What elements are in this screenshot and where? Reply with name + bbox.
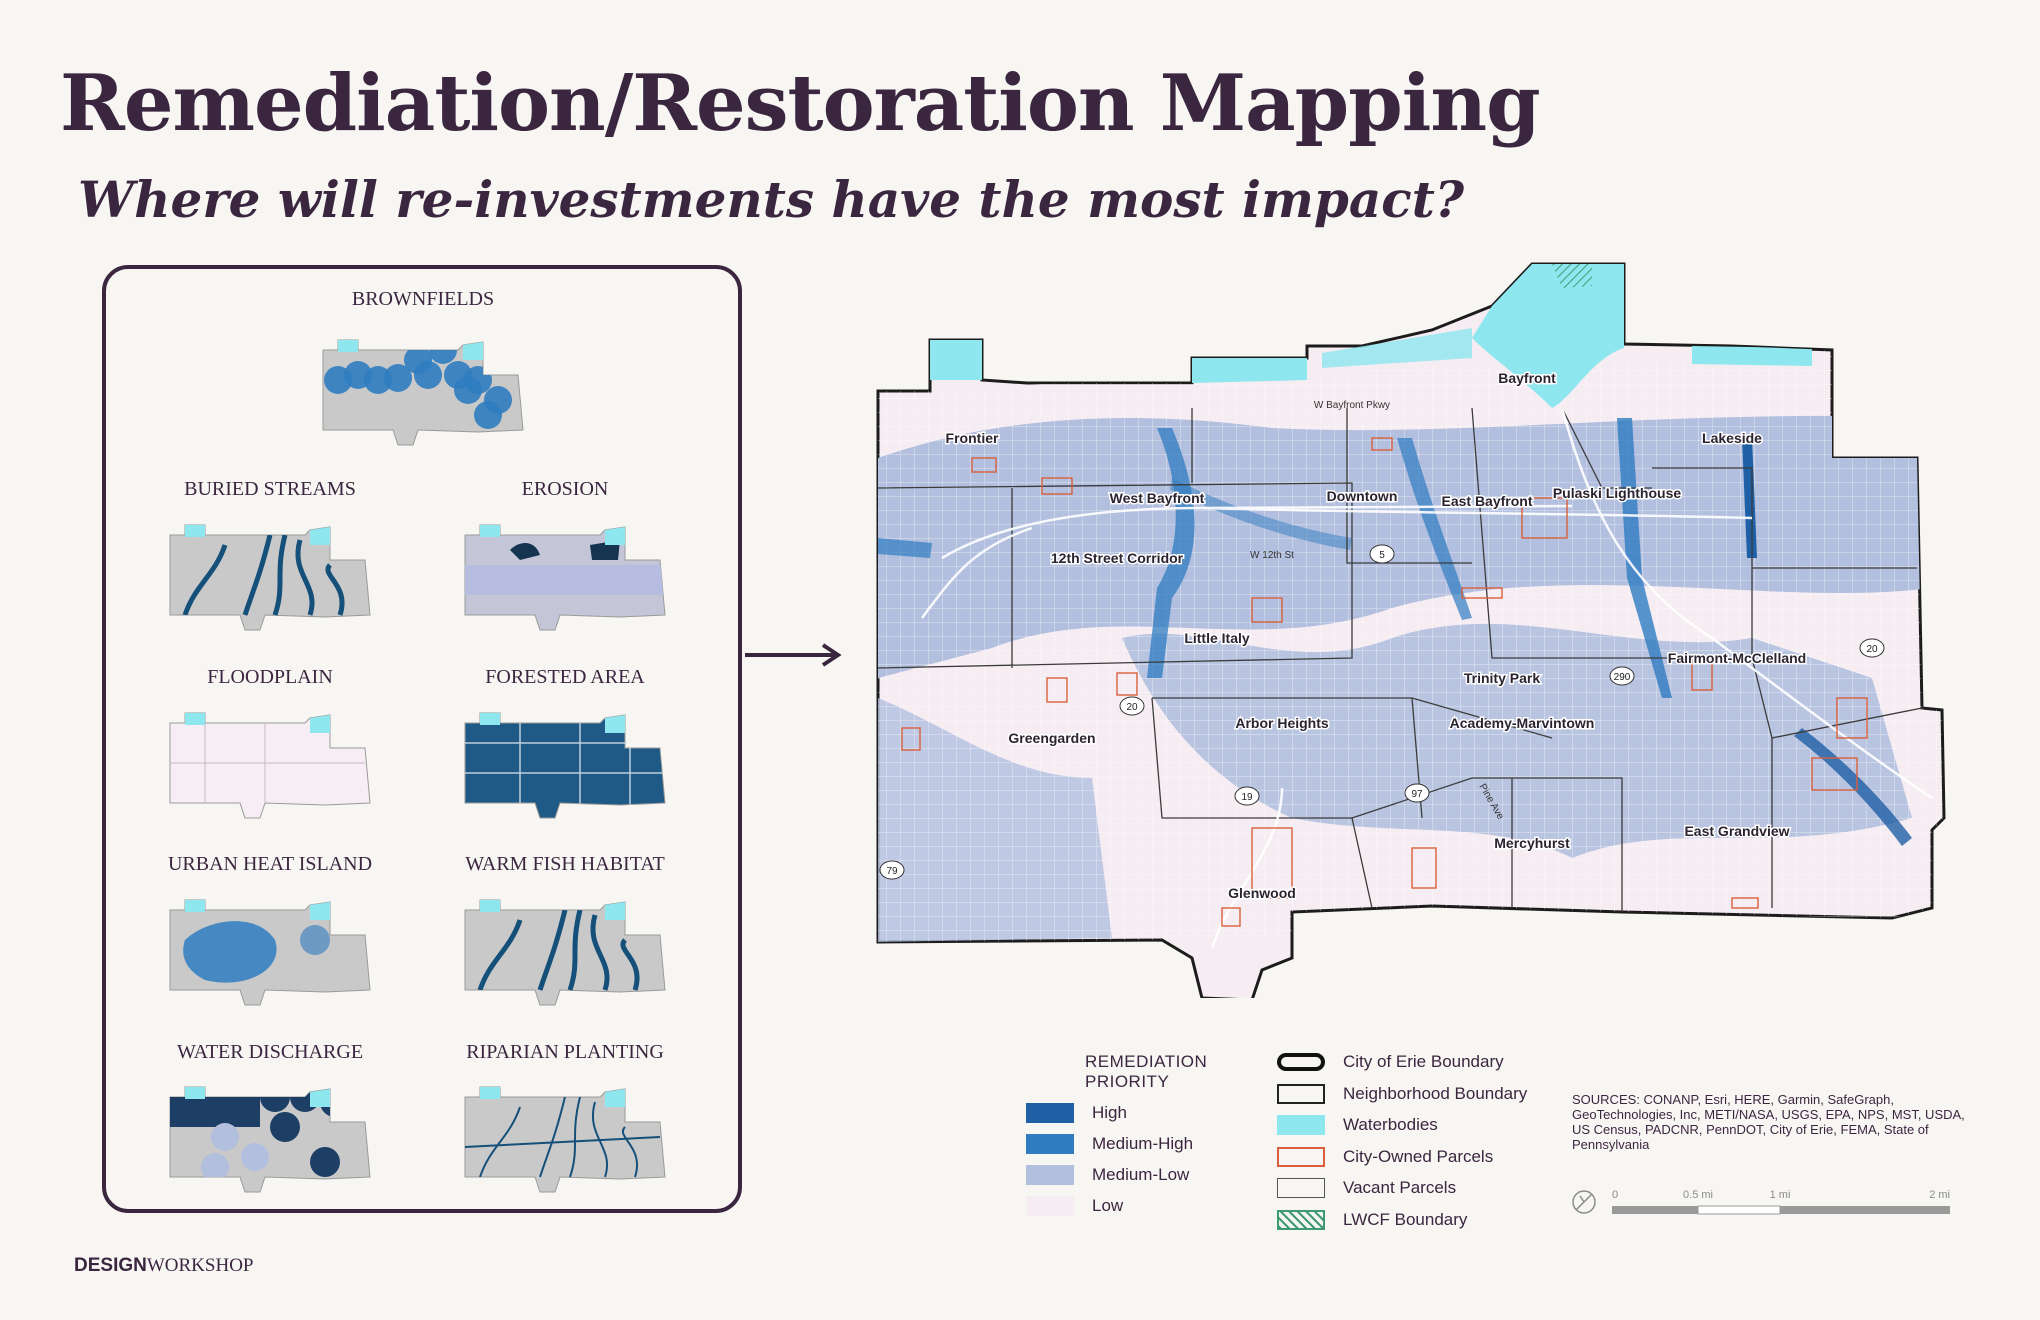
legend-swatch [1277, 1146, 1325, 1167]
layer-map-6[interactable] [460, 880, 675, 1010]
neighborhood-label-11: Greengarden [1008, 730, 1095, 746]
scale-tick-0: 0 [1612, 1189, 1618, 1201]
legend-priority-3: Low [1026, 1196, 1123, 1216]
route-shield-6: 79 [879, 860, 905, 880]
scale-bar: 0 0.5 mi 1 mi 2 mi [1572, 1189, 1950, 1215]
legend-boundary-5: LWCF Boundary [1277, 1209, 1467, 1230]
legend-boundary-2: Waterbodies [1277, 1115, 1438, 1135]
svg-text:20: 20 [1126, 702, 1138, 713]
route-shield-3: 20 [1119, 696, 1145, 716]
route-shield-2: 290 [1609, 666, 1635, 686]
legend-swatch [1026, 1103, 1074, 1123]
svg-text:5: 5 [1379, 550, 1385, 561]
layer-label-1: BURIED STREAMS [184, 478, 356, 500]
layer-map-2[interactable] [460, 505, 675, 635]
neighborhood-label-4: Downtown [1327, 488, 1398, 504]
legend-boundary-4: Vacant Parcels [1277, 1178, 1456, 1198]
arrow-icon [745, 643, 842, 667]
neighborhood-label-7: 12th Street Corridor [1051, 550, 1184, 566]
layer-map-5[interactable] [165, 880, 380, 1010]
north-arrow-icon [1572, 1190, 1596, 1214]
route-shield-0: 5 [1369, 544, 1395, 564]
scale-tick-3: 2 mi [1929, 1189, 1950, 1201]
neighborhood-label-10: Fairmont-McClelland [1668, 650, 1806, 666]
neighborhood-label-0: Bayfront [1498, 370, 1556, 386]
layer-map-1[interactable] [165, 505, 380, 635]
page-subtitle: Where will re-investments have the most … [78, 170, 1465, 229]
svg-text:20: 20 [1866, 644, 1878, 655]
legend-swatch [1026, 1165, 1074, 1185]
neighborhood-label-15: East Grandview [1684, 823, 1789, 839]
svg-text:97: 97 [1411, 789, 1423, 800]
page-title: Remediation/Restoration Mapping [60, 58, 1541, 149]
neighborhood-label-16: Glenwood [1228, 885, 1296, 901]
route-shield-4: 19 [1234, 786, 1260, 806]
legend-priority-2: Medium-Low [1026, 1165, 1189, 1185]
layer-map-3[interactable] [165, 693, 380, 823]
route-shield-1: 20 [1859, 638, 1885, 658]
layer-label-0: BROWNFIELDS [351, 288, 495, 310]
legend-priority-title: REMEDIATION PRIORITY [1085, 1052, 1208, 1091]
legend-swatch [1026, 1134, 1074, 1154]
legend-priority-1: Medium-High [1026, 1134, 1193, 1154]
sources-text: SOURCES: CONANP, Esri, HERE, Garmin, Saf… [1572, 1092, 1965, 1152]
neighborhood-label-12: Arbor Heights [1235, 715, 1329, 731]
legend-swatch [1277, 1053, 1325, 1071]
road-label-1: W 12th St [1250, 550, 1294, 561]
layer-label-3: FLOODPLAIN [207, 666, 333, 688]
road-label-0: W Bayfront Pkwy [1314, 400, 1390, 411]
layer-map-0[interactable] [318, 320, 533, 450]
neighborhood-label-8: Little Italy [1184, 630, 1250, 646]
neighborhood-label-14: Mercyhurst [1494, 835, 1570, 851]
legend-priority-0: High [1026, 1103, 1127, 1123]
layer-label-5: URBAN HEAT ISLAND [167, 853, 373, 875]
legend-swatch [1277, 1209, 1325, 1230]
route-shield-5: 97 [1404, 783, 1430, 803]
scale-tick-1: 0.5 mi [1683, 1189, 1713, 1201]
layer-map-7[interactable] [165, 1067, 380, 1197]
erie-remediation-map[interactable]: Bayfront Frontier Lakeside West Bayfront Dow… [872, 258, 1962, 998]
neighborhood-label-3: West Bayfront [1110, 490, 1205, 506]
legend-swatch [1277, 1178, 1325, 1198]
legend-boundary-1: Neighborhood Boundary [1277, 1083, 1527, 1104]
svg-text:19: 19 [1241, 792, 1253, 803]
layer-label-8: RIPARIAN PLANTING [466, 1041, 664, 1063]
neighborhood-label-13: Academy-Marvintown [1450, 715, 1595, 731]
neighborhood-label-9: Trinity Park [1464, 670, 1540, 686]
legend-swatch [1026, 1196, 1074, 1216]
neighborhood-label-2: Lakeside [1702, 430, 1762, 446]
legend-swatch [1277, 1083, 1325, 1104]
layer-map-8[interactable] [460, 1067, 675, 1197]
layer-label-7: WATER DISCHARGE [176, 1041, 364, 1063]
layer-map-4[interactable] [460, 693, 675, 823]
svg-text:290: 290 [1614, 672, 1631, 683]
legend-boundary-3: City-Owned Parcels [1277, 1146, 1493, 1167]
legend-swatch [1277, 1115, 1325, 1135]
neighborhood-label-6: Pulaski Lighthouse [1553, 485, 1682, 501]
legend-boundary-0: City of Erie Boundary [1277, 1052, 1504, 1072]
layer-label-4: FORESTED AREA [485, 666, 645, 688]
neighborhood-label-1: Frontier [946, 430, 999, 446]
layer-label-2: EROSION [521, 478, 609, 500]
layer-label-6: WARM FISH HABITAT [465, 853, 665, 875]
svg-text:79: 79 [886, 866, 898, 877]
scale-tick-2: 1 mi [1770, 1189, 1791, 1201]
neighborhood-label-5: East Bayfront [1441, 493, 1532, 509]
designworkshop-logo: DESIGNWORKSHOP [74, 1255, 254, 1276]
